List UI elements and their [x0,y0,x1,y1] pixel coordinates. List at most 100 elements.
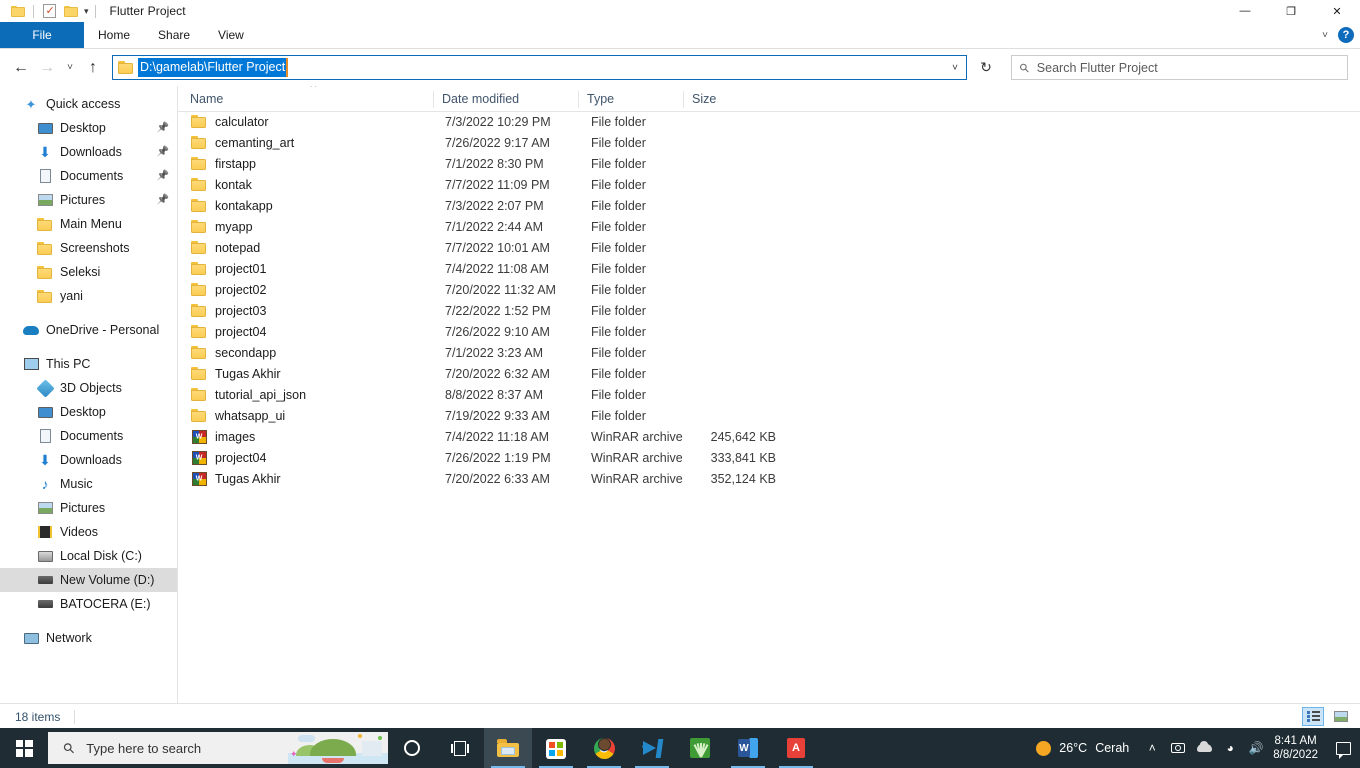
chrome-button[interactable] [580,728,628,768]
sidebar-item-downloads[interactable]: ⬇ Downloads [0,448,177,472]
minimize-button[interactable]: — [1222,0,1268,22]
table-row[interactable]: cemanting_art 7/26/2022 9:17 AM File folde… [178,132,1360,153]
table-row[interactable]: Wproject04 7/26/2022 1:19 PM WinRAR archiv… [178,447,1360,468]
taskbar-search-input[interactable]: ⚲ Type here to search ✦ [48,732,388,764]
onedrive-cloud-icon[interactable] [1191,728,1217,768]
table-row[interactable]: calculator 7/3/2022 10:29 PM File folder [178,111,1360,132]
pin-icon[interactable]: 📌 [157,147,169,158]
sidebar-item-local-disk-c[interactable]: Local Disk (C:) [0,544,177,568]
table-row[interactable]: project02 7/20/2022 11:32 AM File folder [178,279,1360,300]
maximize-button[interactable]: ❐ [1268,0,1314,22]
file-name-label: secondapp [215,345,277,360]
sidebar-item-this-pc[interactable]: This PC [0,352,177,376]
vscode-button[interactable] [628,728,676,768]
recent-locations-icon[interactable]: ˅ [60,55,80,81]
tab-share[interactable]: Share [144,22,204,48]
sidebar-item-quick-access[interactable]: ✦ Quick access [0,92,177,116]
navigation-pane: ✦ Quick access Desktop 📌 ⬇ Downloads 📌 Document… [0,86,178,703]
sidebar-item-seleksi[interactable]: Seleksi [0,260,177,284]
forward-button[interactable]: → [34,55,60,81]
pin-icon[interactable]: 📌 [157,171,169,182]
address-dropdown-icon[interactable]: ˅ [952,62,958,73]
table-row[interactable]: tutorial_api_json 8/8/2022 8:37 AM File fo… [178,384,1360,405]
cortana-button[interactable] [388,728,436,768]
file-date-cell: 7/20/2022 6:32 AM [445,366,550,381]
tab-file[interactable]: File [0,22,84,48]
address-text[interactable]: D:\gamelab\Flutter Project [138,58,289,77]
file-date-cell: 7/1/2022 3:23 AM [445,345,543,360]
back-button[interactable]: ← [8,55,34,81]
close-button[interactable]: ✕ [1314,0,1360,22]
customize-caret-icon[interactable]: ▾ [82,6,91,17]
table-row[interactable]: whatsapp_ui 7/19/2022 9:33 AM File folder [178,405,1360,426]
column-header-type[interactable]: Type [578,91,683,108]
help-icon[interactable]: ? [1338,27,1354,43]
sidebar-item-music[interactable]: ♪ Music [0,472,177,496]
tab-home[interactable]: Home [84,22,144,48]
folder-icon [190,281,208,299]
weather-widget[interactable]: 26°C Cerah [1026,740,1139,756]
green-app-button[interactable] [676,728,724,768]
acrobat-button[interactable]: ​A [772,728,820,768]
sidebar-item-onedrive-personal[interactable]: OneDrive - Personal [0,318,177,342]
sidebar-item-downloads[interactable]: ⬇ Downloads 📌 [0,140,177,164]
file-explorer-button[interactable] [484,728,532,768]
item-count-label: 18 items [15,709,61,724]
column-header-size[interactable]: Size [683,91,783,108]
table-row[interactable]: kontak 7/7/2022 11:09 PM File folder [178,174,1360,195]
word-button[interactable]: W [724,728,772,768]
sidebar-item-yani[interactable]: yani [0,284,177,308]
pin-icon[interactable]: 📌 [157,123,169,134]
table-row[interactable]: Tugas Akhir 7/20/2022 6:32 AM File folder [178,363,1360,384]
table-row[interactable]: secondapp 7/1/2022 3:23 AM File folder [178,342,1360,363]
collapse-ribbon-icon[interactable]: ˅ [1322,30,1328,41]
acrobat-icon: ​A [787,738,805,758]
file-type-cell: File folder [591,387,646,402]
sidebar-item-new-volume-d[interactable]: New Volume (D:) [0,568,177,592]
sidebar-item-documents[interactable]: Documents [0,424,177,448]
table-row[interactable]: project04 7/26/2022 9:10 AM File folder [178,321,1360,342]
details-view-button[interactable] [1302,707,1324,726]
table-row[interactable]: project03 7/22/2022 1:52 PM File folder [178,300,1360,321]
sidebar-item-pictures[interactable]: Pictures 📌 [0,188,177,212]
large-icons-view-button[interactable] [1330,707,1352,726]
sidebar-item-batocera-e[interactable]: BATOCERA (E:) [0,592,177,616]
qat-folder-icon[interactable] [7,1,29,21]
table-row[interactable]: kontakapp 7/3/2022 2:07 PM File folder [178,195,1360,216]
refresh-button[interactable]: ↻ [969,55,1003,80]
camera-icon[interactable] [1165,728,1191,768]
wifi-icon[interactable]: ◕ [1217,728,1243,768]
action-center-button[interactable] [1326,728,1360,768]
new-folder-icon[interactable] [60,1,82,21]
sidebar-item-main-menu[interactable]: Main Menu [0,212,177,236]
table-row[interactable]: notepad 7/7/2022 10:01 AM File folder [178,237,1360,258]
table-row[interactable]: myapp 7/1/2022 2:44 AM File folder [178,216,1360,237]
start-button[interactable] [0,728,48,768]
sidebar-item-videos[interactable]: Videos [0,520,177,544]
clock[interactable]: 8:41 AM 8/8/2022 [1269,734,1326,762]
column-header-name[interactable]: Name [178,91,433,108]
sidebar-item-screenshots[interactable]: Screenshots [0,236,177,260]
properties-icon[interactable]: ✓ [38,1,60,21]
column-header-date-modified[interactable]: Date modified [433,91,578,108]
table-row[interactable]: firstapp 7/1/2022 8:30 PM File folder [178,153,1360,174]
sidebar-item-network[interactable]: Network [0,626,177,650]
file-rows: calculator 7/3/2022 10:29 PM File folder ce… [178,111,1360,703]
tab-view[interactable]: View [204,22,258,48]
microsoft-store-button[interactable] [532,728,580,768]
table-row[interactable]: W Tugas Akhir 7/20/2022 6:33 AM WinRAR arch… [178,468,1360,489]
sidebar-item-documents[interactable]: Documents 📌 [0,164,177,188]
up-button[interactable]: ↑ [80,55,106,81]
task-view-button[interactable] [436,728,484,768]
search-box[interactable]: ⚲ Search Flutter Project [1011,55,1348,80]
pin-icon[interactable]: 📌 [157,195,169,206]
table-row[interactable]: Wimages 7/4/2022 11:18 AM WinRAR archive 24… [178,426,1360,447]
sidebar-item-3d-objects[interactable]: 3D Objects [0,376,177,400]
table-row[interactable]: project01 7/4/2022 11:08 AM File folder [178,258,1360,279]
volume-icon[interactable]: 🔊 [1243,728,1269,768]
sidebar-item-desktop[interactable]: Desktop [0,400,177,424]
sidebar-item-pictures[interactable]: Pictures [0,496,177,520]
sidebar-item-desktop[interactable]: Desktop 📌 [0,116,177,140]
address-bar[interactable]: D:\gamelab\Flutter Project ˅ [112,55,967,80]
show-hidden-icons-button[interactable]: ˄ [1139,728,1165,768]
